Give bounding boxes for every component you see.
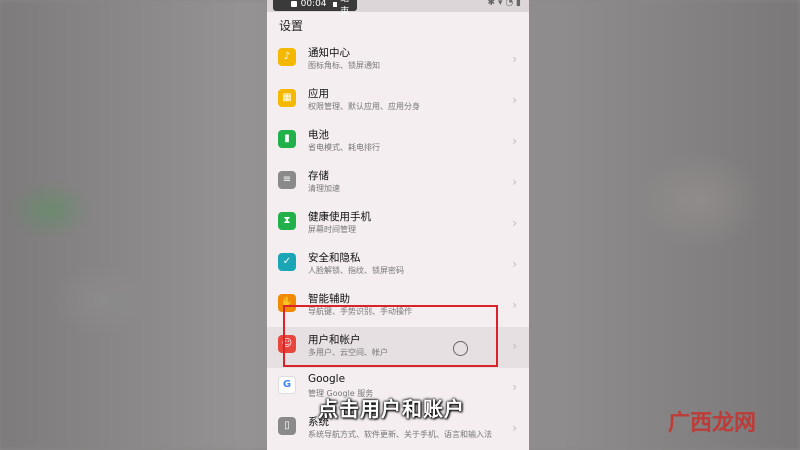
- highlight-box: [283, 305, 498, 367]
- settings-screen: 00:04 结束 ✱ ▾ ◔ ▮ 设置 ♪ 通知中心 图标角标、锁屏通知 › ▦…: [267, 0, 529, 450]
- battery-icon: ▮: [278, 130, 296, 148]
- item-subtitle: 省电模式、耗电排行: [308, 143, 380, 152]
- chevron-right-icon: ›: [512, 298, 517, 312]
- item-subtitle: 清理加速: [308, 184, 340, 193]
- system-icon: ▯: [278, 417, 296, 435]
- chevron-right-icon: ›: [512, 52, 517, 66]
- video-caption: 点击用户和账户: [318, 397, 465, 421]
- chevron-right-icon: ›: [512, 134, 517, 148]
- status-bar: 00:04 结束 ✱ ▾ ◔ ▮: [267, 0, 529, 17]
- chevron-right-icon: ›: [512, 421, 517, 435]
- item-subtitle: 系统导航方式、软件更新、关于手机、语言和输入法: [308, 430, 492, 439]
- settings-item-apps[interactable]: ▦ 应用 权限管理、默认应用、应用分身 ›: [267, 81, 529, 122]
- settings-item-storage[interactable]: ≡ 存储 清理加速 ›: [267, 163, 529, 204]
- item-title: 电池: [308, 129, 329, 141]
- settings-list: ♪ 通知中心 图标角标、锁屏通知 › ▦ 应用 权限管理、默认应用、应用分身 ›…: [267, 40, 529, 450]
- record-time: 00:04: [300, 0, 327, 9]
- google-icon: G: [278, 376, 296, 394]
- chevron-right-icon: ›: [512, 380, 517, 394]
- status-icons: ✱ ▾ ◔ ▮: [487, 0, 521, 8]
- item-title: 健康使用手机: [308, 211, 371, 223]
- stop-icon: [332, 1, 338, 7]
- settings-item-battery[interactable]: ▮ 电池 省电模式、耗电排行 ›: [267, 122, 529, 163]
- item-title: 应用: [308, 88, 329, 100]
- item-subtitle: 图标角标、锁屏通知: [308, 61, 380, 70]
- item-title: 通知中心: [308, 47, 350, 59]
- item-subtitle: 屏幕时间管理: [308, 225, 356, 234]
- recording-indicator[interactable]: 00:04 结束: [273, 0, 357, 17]
- chevron-right-icon: ›: [512, 93, 517, 107]
- record-stop-label: 结束: [340, 0, 350, 17]
- chevron-right-icon: ›: [512, 216, 517, 230]
- bell-icon: ♪: [278, 48, 296, 66]
- settings-item-security[interactable]: ✓ 安全和隐私 人脸解锁、指纹、锁屏密码 ›: [267, 245, 529, 286]
- page-title: 设置: [279, 19, 304, 33]
- settings-item-notification[interactable]: ♪ 通知中心 图标角标、锁屏通知 ›: [267, 40, 529, 81]
- settings-item-digital-wellbeing[interactable]: ⧗ 健康使用手机 屏幕时间管理 ›: [267, 204, 529, 245]
- apps-icon: ▦: [278, 89, 296, 107]
- chevron-right-icon: ›: [512, 339, 517, 353]
- item-title: 存储: [308, 170, 329, 182]
- storage-icon: ≡: [278, 171, 296, 189]
- chevron-right-icon: ›: [512, 257, 517, 271]
- watermark-logo: 广西龙网: [668, 411, 757, 436]
- item-title: Google: [308, 373, 346, 385]
- item-title: 智能辅助: [308, 293, 350, 305]
- hourglass-icon: ⧗: [278, 212, 296, 230]
- item-title: 安全和隐私: [308, 252, 361, 264]
- item-subtitle: 人脸解锁、指纹、锁屏密码: [308, 266, 404, 275]
- shield-icon: ✓: [278, 253, 296, 271]
- record-dot-icon: [291, 1, 297, 7]
- item-subtitle: 权限管理、默认应用、应用分身: [308, 102, 420, 111]
- chevron-right-icon: ›: [512, 175, 517, 189]
